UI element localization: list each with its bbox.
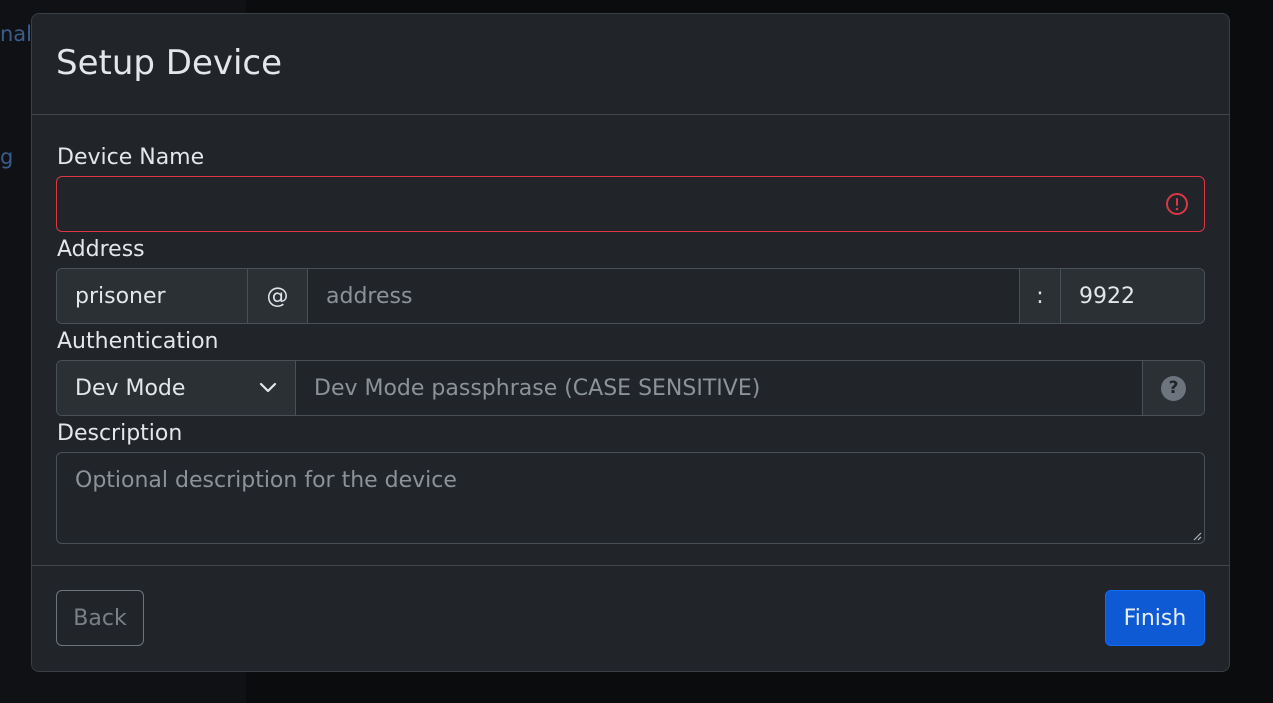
port-value: 9922 — [1079, 283, 1135, 309]
at-symbol-addon: @ — [248, 269, 308, 323]
authentication-label: Authentication — [57, 329, 219, 354]
passphrase-input[interactable] — [296, 361, 1142, 415]
passphrase-help-button[interactable]: ? — [1143, 361, 1204, 415]
back-button[interactable]: Back — [56, 590, 144, 646]
host-address-input[interactable] — [308, 269, 1019, 323]
passphrase-field — [296, 361, 1143, 415]
finish-button[interactable]: Finish — [1105, 590, 1205, 646]
username-field[interactable]: prisoner — [57, 269, 248, 323]
description-label: Description — [57, 421, 183, 446]
device-name-input[interactable] — [57, 177, 1204, 231]
colon-addon: : — [1020, 269, 1061, 323]
username-value: prisoner — [75, 283, 166, 309]
address-label: Address — [57, 237, 145, 262]
description-field-container — [56, 452, 1205, 544]
colon-symbol: : — [1036, 283, 1044, 309]
modal-header: Setup Device — [32, 14, 1229, 115]
question-circle-icon: ? — [1161, 375, 1186, 401]
auth-method-select[interactable]: Dev Mode — [57, 361, 296, 415]
setup-device-dialog: Setup Device Device Name Address prisone… — [31, 13, 1230, 672]
auth-method-value: Dev Mode — [75, 375, 186, 401]
address-input-group: prisoner @ : 9922 — [56, 268, 1205, 324]
modal-title: Setup Device — [56, 43, 283, 83]
device-name-label: Device Name — [57, 145, 205, 170]
description-textarea[interactable] — [57, 453, 1204, 543]
authentication-input-group: Dev Mode ? — [56, 360, 1205, 416]
modal-footer: Back Finish — [32, 565, 1229, 671]
port-field[interactable]: 9922 — [1061, 269, 1204, 323]
at-symbol: @ — [266, 283, 289, 309]
invalid-exclamation-icon — [1166, 193, 1188, 215]
host-field — [308, 269, 1020, 323]
resize-handle-icon[interactable] — [1192, 531, 1202, 541]
chevron-down-icon — [259, 382, 277, 393]
device-name-field-container — [56, 176, 1205, 232]
